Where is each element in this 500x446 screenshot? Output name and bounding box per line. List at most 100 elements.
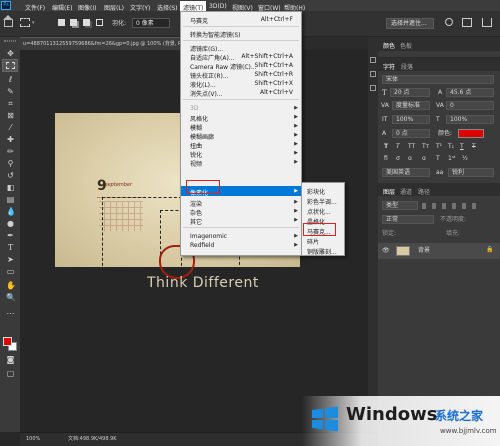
feather-input[interactable]: 0 像素 <box>132 18 170 28</box>
menu-item-convert-smart-filter[interactable]: 转换为智能滤镜(S) <box>181 29 301 39</box>
shape-tool-icon[interactable]: ▭ <box>6 267 15 276</box>
layer-filter-select[interactable]: 类型 <box>382 201 418 210</box>
select-and-mask-button[interactable]: 选择并遮住... <box>386 18 434 29</box>
menu-item-adaptive-wide-angle[interactable]: 自适应广角(A)... Alt+Shift+Ctrl+A <box>181 52 301 62</box>
font-family-select[interactable]: 宋体 <box>382 75 494 84</box>
ordinal-icon[interactable]: 1ˢᵗ <box>448 156 456 162</box>
gradient-tool-icon[interactable]: ▤ <box>6 195 15 204</box>
menu-item-vanishing-point[interactable]: 消失点(V)... Alt+Ctrl+V <box>181 88 301 98</box>
underline-icon[interactable]: T <box>460 144 464 150</box>
faux-bold-icon[interactable]: T <box>384 144 388 150</box>
subscript-icon[interactable]: T₁ <box>448 144 454 150</box>
text-color-swatch[interactable] <box>458 129 484 138</box>
add-selection-icon[interactable] <box>70 19 77 26</box>
blend-mode-select[interactable]: 正常 <box>382 215 434 224</box>
leading-input[interactable]: 45.6 点 <box>446 88 494 97</box>
screen-mode-icon[interactable]: ▢ <box>6 369 15 378</box>
menu-item-camera-raw[interactable]: Camera Raw 滤镜(C)... Shift+Ctrl+A <box>181 61 301 71</box>
menu-item-blur-gallery[interactable]: 模糊画廊 ▶ <box>181 131 301 141</box>
lasso-tool-icon[interactable]: ℓ <box>6 75 15 84</box>
clone-stamp-tool-icon[interactable]: ⚲ <box>6 159 15 168</box>
eraser-tool-icon[interactable]: ◧ <box>6 183 15 192</box>
preset-chevron-down-icon[interactable]: ▾ <box>32 21 35 26</box>
menu-3d[interactable]: 3D(D) <box>209 3 227 10</box>
tab-character[interactable]: 字符 <box>383 62 395 71</box>
adjustments-panel-icon[interactable] <box>370 85 376 91</box>
submenu-item-pointillize[interactable]: 点状化... <box>302 206 344 216</box>
workspace-icon[interactable] <box>462 18 472 27</box>
quick-select-tool-icon[interactable]: ✎ <box>6 87 15 96</box>
quick-mask-icon[interactable]: ◙ <box>6 355 15 364</box>
menu-item-stylize[interactable]: 风格化 ▶ <box>181 113 301 123</box>
menu-item-other[interactable]: 其它 ▶ <box>181 216 301 226</box>
history-panel-icon[interactable] <box>370 57 376 63</box>
move-tool-icon[interactable]: ✥ <box>6 49 15 58</box>
blur-tool-icon[interactable]: 💧 <box>6 207 16 216</box>
submenu-item-facet[interactable]: 彩块化 <box>302 186 344 196</box>
menu-item-redfield[interactable]: Redfield ▶ <box>181 241 301 250</box>
tab-layers[interactable]: 图层 <box>383 187 395 196</box>
home-icon[interactable] <box>4 19 13 27</box>
superscript-icon[interactable]: T¹ <box>436 144 442 150</box>
eyedropper-tool-icon[interactable]: ⁄ <box>6 123 15 132</box>
horizontal-scale-input[interactable]: 100% <box>446 115 494 124</box>
healing-brush-tool-icon[interactable]: ✚ <box>6 135 15 144</box>
menu-item-distort[interactable]: 扭曲 ▶ <box>181 140 301 150</box>
language-select[interactable]: 美国英语 <box>382 168 430 177</box>
submenu-item-color-halftone[interactable]: 彩色半调... <box>302 196 344 206</box>
tracking-input[interactable]: 0 <box>446 101 494 110</box>
dodge-tool-icon[interactable]: ● <box>6 219 15 228</box>
zoom-level[interactable]: 100% <box>26 437 40 442</box>
photoshop-logo-icon[interactable]: Ps <box>1 1 11 10</box>
type-tool-icon[interactable]: T <box>6 243 15 252</box>
menu-filter[interactable]: 滤镜(T) <box>180 1 207 12</box>
menu-item-imagenomic[interactable]: Imagenomic ▶ <box>181 232 301 241</box>
stylistic-icon[interactable]: ɑ <box>422 156 426 162</box>
oldstyle-icon[interactable]: ơ <box>396 156 400 162</box>
menu-item-filter-gallery[interactable]: 滤镜库(G)... <box>181 43 301 53</box>
menu-item-liquify[interactable]: 液化(L)... Shift+Ctrl+X <box>181 79 301 89</box>
crop-tool-icon[interactable]: ⌗ <box>6 99 15 108</box>
rect-marquee-tool-icon[interactable] <box>2 59 18 72</box>
tab-paragraph[interactable]: 段落 <box>401 62 413 71</box>
hand-tool-icon[interactable]: ✋ <box>6 281 16 290</box>
fraction-icon[interactable]: ½ <box>462 156 468 162</box>
share-icon[interactable] <box>482 18 492 27</box>
history-brush-tool-icon[interactable]: ↺ <box>6 171 15 180</box>
search-icon[interactable] <box>445 18 453 26</box>
submenu-item-fragment[interactable]: 碎片 <box>302 236 344 246</box>
small-caps-icon[interactable]: Tт <box>422 144 429 150</box>
strikethrough-icon[interactable]: T <box>472 144 476 150</box>
tab-color[interactable]: 颜色 <box>383 41 395 50</box>
intersect-selection-icon[interactable] <box>96 19 103 26</box>
document-size[interactable]: 文档:498.9K/498.9K <box>68 437 117 442</box>
antialias-select[interactable]: 锐利 <box>448 168 494 177</box>
properties-panel-icon[interactable] <box>370 71 376 77</box>
menu-item-lens-correction[interactable]: 镜头校正(R)... Shift+Ctrl+R <box>181 70 301 80</box>
titling-icon[interactable]: T <box>436 156 440 162</box>
swash-icon[interactable]: ɑ <box>408 156 412 162</box>
faux-italic-icon[interactable]: T <box>396 144 400 150</box>
menu-item-noise[interactable]: 杂色 ▶ <box>181 207 301 217</box>
menu-item-video[interactable]: 视频 ▶ <box>181 158 301 168</box>
frame-tool-icon[interactable]: ⊠ <box>6 111 15 120</box>
tab-paths[interactable]: 路径 <box>418 187 430 196</box>
menu-item-sharpen[interactable]: 锐化 ▶ <box>181 149 301 159</box>
layer-filter-icons[interactable] <box>422 203 482 209</box>
layer-row-background[interactable]: 👁 背景 🔒 <box>378 243 500 259</box>
menu-item-3d[interactable]: 3D ▶ <box>181 104 301 113</box>
foreground-color-swatch[interactable] <box>3 337 12 346</box>
menu-item-blur[interactable]: 模糊 ▶ <box>181 122 301 132</box>
new-selection-icon[interactable] <box>58 19 65 26</box>
vertical-scale-input[interactable]: 100% <box>392 115 430 124</box>
baseline-input[interactable]: 0 点 <box>392 129 430 138</box>
menu-item-last-filter[interactable]: 马赛克 Alt+Ctrl+F <box>181 15 301 25</box>
marquee-tool-preset-icon[interactable] <box>20 18 30 27</box>
more-tools-icon[interactable]: … <box>6 307 15 316</box>
subtract-selection-icon[interactable] <box>83 19 90 26</box>
layer-visibility-eye-icon[interactable]: 👁 <box>382 248 390 254</box>
font-size-input[interactable]: 20 点 <box>390 88 430 97</box>
tab-channels[interactable]: 通道 <box>400 187 412 196</box>
all-caps-icon[interactable]: TT <box>408 144 415 150</box>
path-select-tool-icon[interactable]: ➤ <box>6 255 15 264</box>
